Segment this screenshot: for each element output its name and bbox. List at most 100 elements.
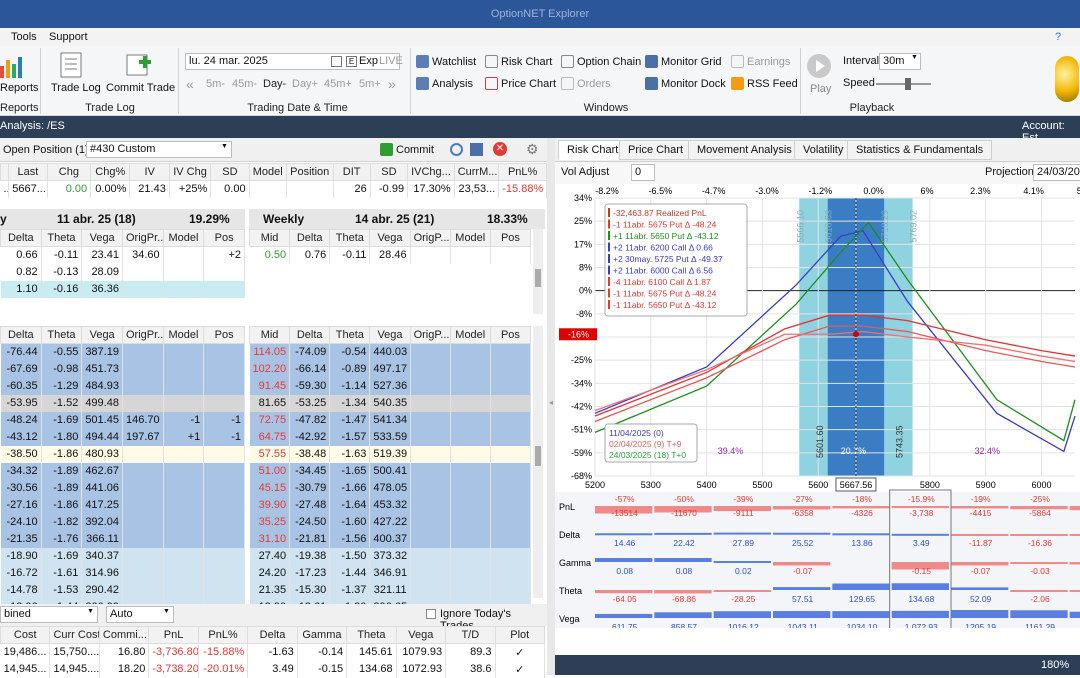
legend-entry[interactable]: -32,463.87 Realized PnL xyxy=(613,208,707,218)
column-header[interactable]: OrigP... xyxy=(409,229,451,247)
ignore-trades-checkbox[interactable] xyxy=(426,609,436,619)
analysis-button[interactable]: Analysis xyxy=(416,77,473,90)
table-row[interactable]: 114.05 -74.09 -0.54 440.03 xyxy=(249,343,532,361)
scrollbar[interactable] xyxy=(533,229,543,314)
column-header[interactable]: CurrM... xyxy=(453,163,500,181)
column-header[interactable]: Vega xyxy=(81,229,123,247)
tab-risk-chart[interactable]: Risk Chart xyxy=(558,140,628,160)
nav-5m-back[interactable]: 5m- xyxy=(206,78,225,90)
table-row[interactable]: -38.50 -1.86 480.93 xyxy=(0,445,245,463)
nav-5m-forward[interactable]: 5m+ xyxy=(359,78,381,90)
table-row[interactable]: -76.44 -0.55 387.19 xyxy=(0,343,245,361)
column-header[interactable]: Delta xyxy=(247,626,298,644)
risk-chart-button[interactable]: Risk Chart xyxy=(485,55,552,68)
legend-entry[interactable]: -1 11abr. 5675 Put Δ -48.24 xyxy=(613,289,717,299)
column-header[interactable]: SD xyxy=(369,163,409,181)
exp-label[interactable]: Exp xyxy=(359,55,378,67)
column-header[interactable]: Delta xyxy=(0,326,42,344)
column-header[interactable]: Chg xyxy=(46,163,92,181)
table-row[interactable]: 35.25 -24.50 -1.60 427.22 xyxy=(249,513,532,531)
legend-entry[interactable]: +2 11abr. 6000 Call Δ 6.56 xyxy=(613,266,713,276)
table-row[interactable]: 57.55 -38.48 -1.63 519.39 xyxy=(249,445,532,463)
speed-slider-handle[interactable] xyxy=(905,78,911,90)
column-header[interactable]: Pos xyxy=(203,326,245,344)
rewind-icon[interactable]: « xyxy=(186,76,194,92)
plot-checkbox[interactable]: ✓ xyxy=(495,643,546,661)
reports-button[interactable] xyxy=(0,54,24,80)
group-select[interactable]: bined ▼ xyxy=(0,606,98,623)
vol-adjust-input[interactable]: 0 xyxy=(631,164,655,181)
date-legend-entry[interactable]: 24/03/2025 (18) T+0 xyxy=(609,450,686,460)
legend-entry[interactable]: -4 11abr. 6100 Call Δ 1.87 xyxy=(613,277,711,287)
commit-trade-icon[interactable] xyxy=(126,52,152,81)
table-row[interactable]: 21.35 -15.30 -1.37 321.11 xyxy=(249,581,532,599)
play-label[interactable]: Play xyxy=(810,83,831,95)
help-icon[interactable]: ? xyxy=(1055,31,1061,43)
table-row[interactable]: -14.78 -1.53 290.42 xyxy=(0,581,245,599)
table-row[interactable]: 64.75 -42.92 -1.57 533.59 xyxy=(249,428,532,446)
gear-icon[interactable]: ⚙ xyxy=(526,141,539,158)
column-header[interactable]: Pos xyxy=(489,326,532,344)
column-header[interactable]: DIT xyxy=(332,163,371,181)
commit-trade-button[interactable]: Commit Trade xyxy=(106,82,175,94)
column-header[interactable]: IV Chg xyxy=(168,163,212,181)
live-label[interactable]: LIVE xyxy=(379,55,403,67)
table-row[interactable]: 31.10 -21.81 -1.56 400.37 xyxy=(249,530,532,548)
tab-movement-analysis[interactable]: Movement Analysis xyxy=(688,140,801,160)
table-row[interactable]: 1.10 -0.16 36.36 xyxy=(0,280,245,298)
date-legend-entry[interactable]: 11/04/2025 (0) xyxy=(609,428,664,438)
grid-icon[interactable] xyxy=(470,143,483,156)
monitor-dock-button[interactable]: Monitor Dock xyxy=(645,77,726,90)
interval-select[interactable]: 30m ▼ xyxy=(879,53,921,70)
watchlist-button[interactable]: Watchlist xyxy=(416,55,476,68)
column-header[interactable]: Last xyxy=(8,163,48,181)
column-header[interactable]: Model xyxy=(162,229,205,247)
column-header[interactable]: PnL% xyxy=(197,626,249,644)
earnings-button[interactable]: Earnings xyxy=(731,55,790,68)
table-row[interactable]: -60.35 -1.29 484.93 xyxy=(0,377,245,395)
option-chain-button[interactable]: Option Chain xyxy=(561,55,641,68)
table-row[interactable]: 0.50 0.76 -0.11 28.46 xyxy=(249,246,532,264)
table-row[interactable]: -43.12 -1.80 494.44 197.67 +1 -1 xyxy=(0,428,245,446)
column-header[interactable]: Gamma xyxy=(296,626,348,644)
column-header[interactable]: Vega xyxy=(395,626,447,644)
column-header[interactable]: Theta xyxy=(40,229,83,247)
reports-label[interactable]: Reports xyxy=(0,82,39,94)
column-header[interactable]: OrigPr... xyxy=(121,229,164,247)
trade-log-button[interactable]: Trade Log xyxy=(51,82,101,94)
table-row[interactable]: -30.56 -1.89 441.06 xyxy=(0,479,245,497)
legend-entry[interactable]: +1 11abr. 5650 Put Δ -43.12 xyxy=(613,231,719,241)
scrollbar[interactable] xyxy=(533,326,543,598)
auto-select[interactable]: Auto ▼ xyxy=(106,606,174,623)
column-header[interactable]: PnL% xyxy=(498,163,547,181)
column-header[interactable]: Commi... xyxy=(98,626,150,644)
table-row[interactable]: 24.20 -17.23 -1.44 346.91 xyxy=(249,564,532,582)
nav-45m-forward[interactable]: 45m+ xyxy=(324,78,352,90)
column-header[interactable]: Delta xyxy=(289,229,331,247)
column-header[interactable]: Cost xyxy=(0,626,51,644)
table-row[interactable]: -18.90 -1.69 340.37 xyxy=(0,547,245,565)
table-row[interactable]: 39.90 -27.48 -1.64 453.32 xyxy=(249,496,532,514)
column-header[interactable]: Theta xyxy=(346,626,397,644)
rss-feed-button[interactable]: RSS Feed xyxy=(731,77,798,90)
column-header[interactable]: OrigPr... xyxy=(121,326,164,344)
trading-date-field[interactable]: lu. 24 mar. 2025 E Exp LIVE xyxy=(185,53,403,70)
table-row[interactable]: 91.45 -59.30 -1.14 527.36 xyxy=(249,377,532,395)
table-row[interactable]: -27.16 -1.86 417.25 xyxy=(0,496,245,514)
column-header[interactable]: Pos xyxy=(203,229,245,247)
column-header[interactable]: IV xyxy=(129,163,170,181)
orders-button[interactable]: Orders xyxy=(561,77,611,90)
column-header[interactable]: IVChg... xyxy=(407,163,455,181)
monitor-grid-button[interactable]: Monitor Grid xyxy=(645,55,722,68)
search-icon[interactable] xyxy=(450,143,463,156)
table-row[interactable]: -16.72 -1.61 314.96 xyxy=(0,564,245,582)
column-header[interactable]: Chg% xyxy=(90,163,131,181)
column-header[interactable]: Mid xyxy=(248,326,291,344)
table-row[interactable]: 19,486... 15,750.... 16.80 -3,736.80 -15.88%… xyxy=(0,643,546,661)
column-header[interactable]: Model xyxy=(449,326,491,344)
pane-splitter[interactable]: ◂ xyxy=(547,138,555,675)
table-row[interactable]: 45.15 -30.79 -1.66 478.05 xyxy=(249,479,532,497)
legend-entry[interactable]: +2 30may. 5725 Put Δ -49.37 xyxy=(613,254,723,264)
table-row[interactable]: 51.00 -34.45 -1.65 500.41 xyxy=(249,462,532,480)
date-legend-entry[interactable]: 02/04/2025 (9) T+9 xyxy=(609,439,682,449)
